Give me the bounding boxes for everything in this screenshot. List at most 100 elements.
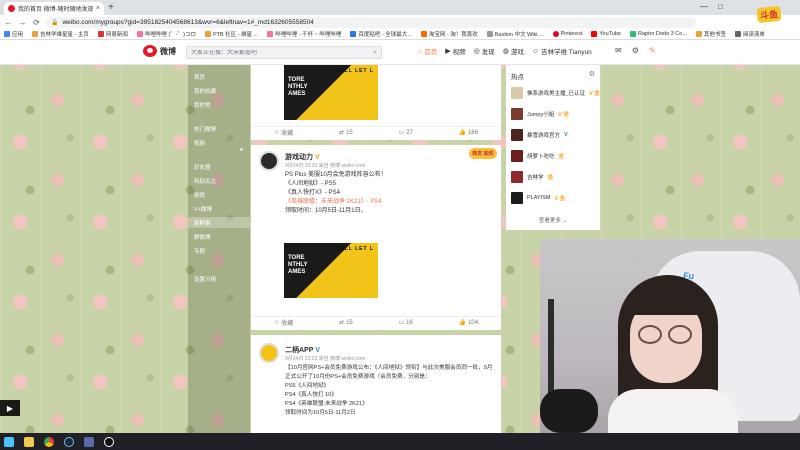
bookmark-item[interactable]: 吉林学维星星 - 主页 <box>32 30 89 38</box>
repost-button[interactable]: ⇄ 15 <box>339 129 353 137</box>
hot-user-item[interactable]: 吉林学坐 <box>511 171 553 183</box>
apps-icon <box>4 31 10 37</box>
webcam-overlay: Fu <box>540 239 800 433</box>
bookmark-icon <box>350 31 357 37</box>
home-icon: ⌂ <box>418 47 423 55</box>
left-nav-item[interactable]: V+微博 <box>194 205 212 213</box>
bookmark-item[interactable]: YouTube <box>591 31 621 37</box>
bookmark-item[interactable]: 阅读清单 <box>734 30 765 38</box>
weibo-logo-icon <box>143 45 157 57</box>
post-image[interactable]: HELL LET L TORE NTHLY AMES <box>284 243 378 298</box>
bookmark-icon <box>204 31 211 37</box>
repost-icon: ⇄ <box>339 320 345 326</box>
stream-logo: 斗鱼 <box>742 3 796 25</box>
post-username[interactable]: 二柄APP V <box>285 345 320 355</box>
back-button[interactable]: ← <box>4 18 13 27</box>
left-nav-item[interactable]: 热门微博 <box>194 125 216 133</box>
file-explorer-icon[interactable] <box>24 436 34 447</box>
see-more-link[interactable]: 查看更多 ⌄ <box>506 216 600 224</box>
search-icon[interactable]: ⌕ <box>373 49 377 57</box>
nav-game[interactable]: ◍ 游戏 <box>503 46 524 56</box>
verified-badge-icon: V <box>315 347 320 354</box>
post-text: 【10月官网PS+会员免费游戏公布：《人间地狱》领衔】与此次美服会员同一批，9月… <box>285 365 493 416</box>
like-button[interactable]: 👍 104 <box>459 319 479 327</box>
favorite-button[interactable]: ☆ 收藏 <box>274 128 293 137</box>
play-icon[interactable]: ▶ <box>0 400 20 416</box>
nav-profile[interactable]: ☺ 吉林学维 Tianyun <box>531 46 592 57</box>
avatar[interactable] <box>259 343 279 363</box>
user-icon: ☺ <box>531 47 539 55</box>
bookmark-icon <box>267 31 274 37</box>
left-nav-item[interactable]: 视频 <box>194 139 205 147</box>
hot-user-item[interactable]: 胡萝卜吃吃坐 <box>511 150 564 162</box>
top-nav: ⌂ 首页 ▶ 视频 ◎ 发现 ◍ 游戏 ☺ 吉林学维 Tianyun <box>418 46 592 57</box>
gear-icon[interactable]: ⚙ <box>589 70 595 78</box>
hot-users-panel: 热点 ⚙ 佛系游戏男主播_已认证 V 坐 Jumpy小姐 V 坐 暴雪游戏官方 V 胡… <box>506 65 600 230</box>
bookmark-item[interactable]: 哔哩哔哩 (゜-゜)つロ <box>136 30 196 38</box>
bookmark-item[interactable]: Bastion 中文 Wiki ... <box>486 30 544 38</box>
favorite-button[interactable]: ☆ 收藏 <box>274 318 293 327</box>
post-text: PS Plus 美服10月会免游戏阵容公布！ 《人间地狱》- PS5 《真人快打… <box>285 172 387 214</box>
bookmark-item[interactable]: 百度贴吧 - 全球最大... <box>350 30 412 38</box>
minimize-icon[interactable]: — <box>700 2 708 11</box>
comment-button[interactable]: ▭ 27 <box>399 129 413 137</box>
close-tab-icon[interactable]: × <box>96 5 100 12</box>
left-nav-item-selected[interactable]: 新鲜事 <box>188 217 250 228</box>
hot-user-item[interactable]: PLAYISM V 坐 <box>511 192 565 204</box>
left-nav-item[interactable]: 首页 <box>194 73 205 81</box>
search-input[interactable] <box>191 49 361 56</box>
weibo-logo[interactable]: 微博 <box>143 45 176 57</box>
bookmark-item[interactable]: 应用 <box>4 30 23 38</box>
post-image-text: HELL LET L <box>335 68 374 74</box>
start-icon[interactable] <box>4 436 14 447</box>
left-nav-item[interactable]: 好友圈 <box>194 163 211 171</box>
left-nav-item[interactable]: 游戏 <box>194 191 205 199</box>
reload-button[interactable]: ⟳ <box>32 18 41 27</box>
maximize-icon[interactable]: □ <box>718 2 723 11</box>
reading-list-icon <box>734 31 741 37</box>
avatar[interactable] <box>259 151 279 171</box>
left-nav-item[interactable]: 我的赞 <box>194 101 211 109</box>
nav-discover[interactable]: ◎ 发现 <box>474 46 495 56</box>
star-icon: ☆ <box>273 130 280 136</box>
post-username[interactable]: 游戏动力 V <box>285 152 320 162</box>
browser-tab[interactable]: 我的首页 微博-随时随地发现新鲜事 × <box>4 2 104 15</box>
bookmark-item[interactable]: Pinterest <box>552 31 582 37</box>
chrome-icon[interactable] <box>44 436 54 447</box>
bookmark-item[interactable]: 哔哩哔哩 - 干杯 ~ 哔哩哔哩 <box>267 30 341 38</box>
qq-icon[interactable] <box>104 436 114 447</box>
gamepad-icon[interactable] <box>84 436 94 447</box>
hot-user-item[interactable]: Jumpy小姐 V 坐 <box>511 108 569 120</box>
left-nav-item[interactable]: 设置分组 <box>194 275 216 283</box>
feed-post: 二柄APP V 9月24日 23:33 来自 微博 weibo.com 【10月… <box>251 335 501 433</box>
bookmark-item[interactable]: PTB 社区 - 维星 ... <box>204 30 258 38</box>
edit-icon[interactable]: ✎ <box>649 46 656 55</box>
left-nav-item[interactable]: 我的收藏 <box>194 87 216 95</box>
post-image[interactable]: HELL LET L TORE NTHLY AMES <box>284 65 378 120</box>
hot-user-item[interactable]: 佛系游戏男主播_已认证 V 坐 <box>511 87 600 99</box>
left-nav-item[interactable]: 特别关注 <box>194 177 216 185</box>
like-button[interactable]: 👍 166 <box>459 129 479 137</box>
promo-badge[interactable]: 转发 抽奖 <box>469 148 497 159</box>
forward-button[interactable]: → <box>18 18 27 27</box>
bookmark-item[interactable]: Raptor Dodo 3 Co... <box>629 31 687 37</box>
bookmark-item[interactable]: 网易新闻 <box>97 30 128 38</box>
post-meta: 9月24日 23:33 来自 微博 weibo.com <box>285 356 366 362</box>
address-bar[interactable]: 🔒 weibo.com/mygroups?gid=395182540456861… <box>46 16 696 28</box>
post-meta: 9月24日 23:30 来自 微博 weibo.com <box>285 163 366 169</box>
hot-user-item[interactable]: 暴雪游戏官方 V <box>511 129 568 141</box>
nav-home[interactable]: ⌂ 首页 <box>418 46 437 57</box>
comment-button[interactable]: ▭ 16 <box>399 319 413 327</box>
gear-icon[interactable]: ⚙ <box>632 46 639 55</box>
left-nav-item[interactable]: 群微博 <box>194 233 211 241</box>
repost-button[interactable]: ⇄ 15 <box>339 319 353 327</box>
left-nav-item[interactable]: 专题 <box>194 247 205 255</box>
mail-icon[interactable]: ✉ <box>615 46 622 55</box>
new-tab-button[interactable]: + <box>108 2 114 13</box>
bookmark-item[interactable]: 淘宝网 - 淘！我喜欢 <box>420 30 478 38</box>
tab-title: 我的首页 微博-随时随地发现新鲜事 <box>18 7 93 13</box>
glasses-right <box>668 325 692 344</box>
steam-icon[interactable] <box>64 436 74 447</box>
nav-video[interactable]: ▶ 视频 <box>445 46 465 56</box>
bookmark-item[interactable]: 其他书签 <box>695 30 726 38</box>
